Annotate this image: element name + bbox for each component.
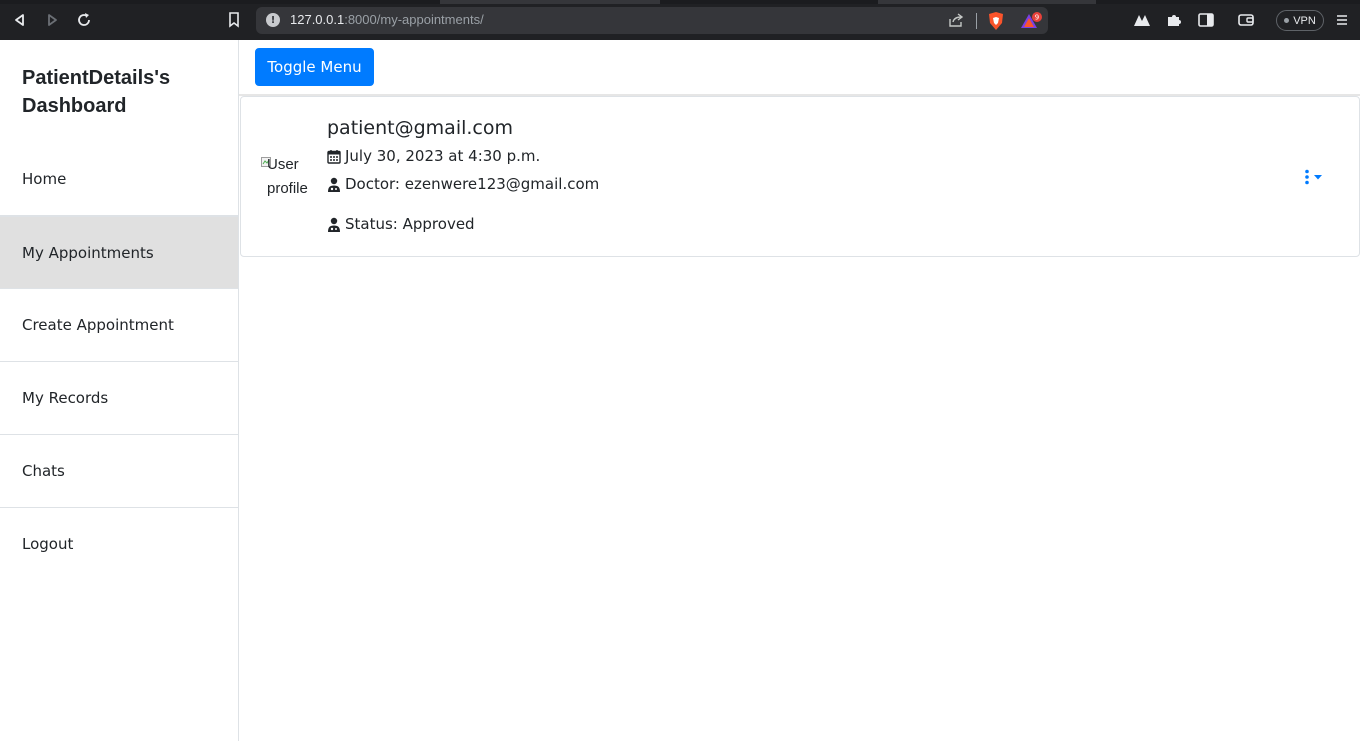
wallet-icon[interactable]	[1236, 10, 1256, 30]
extensions-icon[interactable]	[1164, 10, 1184, 30]
appointment-doctor: Doctor: ezenwere123@gmail.com	[327, 175, 599, 193]
appointment-actions-dropdown[interactable]	[1305, 167, 1335, 187]
reload-icon[interactable]	[74, 10, 94, 30]
doctor-text: Doctor: ezenwere123@gmail.com	[345, 175, 600, 193]
patient-email: patient@gmail.com	[327, 117, 514, 139]
sidebar-item-my-appointments[interactable]: My Appointments	[0, 216, 238, 289]
vpn-status-dot	[1284, 18, 1290, 23]
user-doctor-icon	[328, 177, 340, 192]
brave-shield-icon[interactable]	[987, 11, 1005, 35]
browser-toolbar: ! 127.0.0.1:8000/my-appointments/ 9 VPN	[0, 0, 1360, 40]
back-icon[interactable]	[10, 10, 30, 30]
vpn-button[interactable]: VPN	[1276, 10, 1324, 31]
ellipsis-vertical-icon	[1305, 169, 1309, 185]
vpn-label: VPN	[1293, 14, 1316, 27]
appointment-status: Status: Approved	[327, 215, 475, 233]
sidebar-item-my-records[interactable]: My Records	[0, 362, 238, 435]
tab[interactable]	[878, 0, 1096, 4]
bookmark-icon[interactable]	[224, 10, 244, 30]
menu-icon[interactable]	[1332, 10, 1352, 30]
main-content: Toggle Menu User profile patient@gmail.c…	[239, 40, 1360, 741]
url-path: :8000/my-appointments/	[344, 12, 484, 27]
tab[interactable]	[440, 0, 660, 4]
address-bar[interactable]: ! 127.0.0.1:8000/my-appointments/ 9	[256, 7, 1048, 34]
share-icon[interactable]	[948, 12, 964, 32]
forward-icon[interactable]	[42, 10, 62, 30]
sidebar-item-home[interactable]: Home	[0, 143, 238, 216]
appointment-date: July 30, 2023 at 4:30 p.m.	[327, 147, 540, 165]
status-text: Status: Approved	[345, 215, 475, 233]
brave-rewards-icon[interactable]: 9	[1020, 11, 1046, 35]
avatar-alt-text: User profile	[267, 156, 308, 197]
tab-strip	[0, 0, 1360, 4]
page: PatientDetails's Dashboard Home My Appoi…	[0, 40, 1360, 741]
sidebar-item-chats[interactable]: Chats	[0, 435, 238, 508]
sidebar-item-logout[interactable]: Logout	[0, 508, 238, 581]
sidebar: PatientDetails's Dashboard Home My Appoi…	[0, 40, 239, 741]
dashboard-title: PatientDetails's Dashboard	[22, 67, 171, 117]
avatar: User profile	[261, 153, 309, 197]
toggle-menu-button[interactable]: Toggle Menu	[255, 48, 374, 86]
rewards-badge: 9	[1035, 14, 1039, 22]
url-host: 127.0.0.1	[290, 12, 345, 27]
sidebar-item-create-appointment[interactable]: Create Appointment	[0, 289, 238, 362]
sidebar-icon[interactable]	[1196, 10, 1216, 30]
url-text[interactable]: 127.0.0.1:8000/my-appointments/	[290, 12, 484, 27]
brave-logo-icon[interactable]	[1132, 10, 1152, 30]
user-doctor-icon	[328, 217, 340, 232]
divider	[976, 13, 977, 29]
appointment-date-text: July 30, 2023 at 4:30 p.m.	[345, 147, 541, 165]
sidebar-nav: Home My Appointments Create Appointment …	[0, 143, 238, 581]
calendar-icon	[327, 149, 341, 164]
info-icon[interactable]: !	[266, 13, 280, 27]
caret-down-icon	[1314, 174, 1322, 179]
appointment-card: User profile patient@gmail.com July 30, …	[240, 96, 1360, 257]
